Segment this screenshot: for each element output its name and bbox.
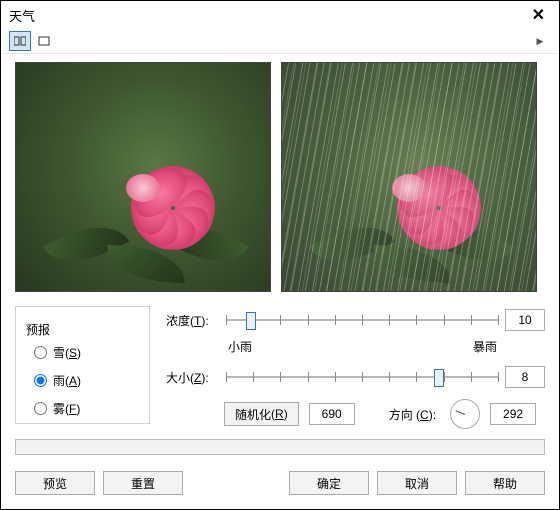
preview-button[interactable]: 预览	[15, 471, 95, 495]
density-row: 浓度(T):	[166, 308, 545, 332]
randomize-button[interactable]: 随机化(R)	[224, 402, 299, 426]
help-button[interactable]: 帮助	[465, 471, 545, 495]
cancel-button[interactable]: 取消	[377, 471, 457, 495]
window-title: 天气	[9, 6, 35, 25]
radio-rain[interactable]: 雨(A)	[26, 366, 139, 394]
forecast-legend: 预报	[26, 323, 50, 337]
forecast-group: 预报 雪(S) 雨(A) 雾(F)	[15, 306, 150, 424]
radio-snow[interactable]: 雪(S)	[26, 338, 139, 366]
size-input[interactable]	[505, 366, 545, 388]
radio-rain-input[interactable]	[34, 374, 47, 387]
play-preview-button[interactable]: ▶	[529, 31, 551, 51]
size-slider[interactable]	[226, 365, 499, 389]
sliders-panel: 浓度(T): 小雨 暴雨 大小(Z):	[166, 306, 545, 429]
density-thumb[interactable]	[246, 312, 256, 330]
seed-input[interactable]	[309, 403, 355, 425]
titlebar: 天气 ✕	[1, 1, 559, 29]
density-label: 浓度(T):	[166, 312, 220, 329]
radio-fog[interactable]: 雾(F)	[26, 394, 139, 422]
density-scale-min: 小雨	[228, 338, 252, 355]
size-label: 大小(Z):	[166, 369, 220, 386]
close-button[interactable]: ✕	[526, 5, 551, 25]
radio-snow-label: 雪(S)	[53, 344, 81, 361]
radio-fog-input[interactable]	[34, 402, 47, 415]
controls-row: 预报 雪(S) 雨(A) 雾(F) 浓度(T):	[15, 306, 545, 429]
single-view-icon	[38, 35, 50, 47]
effect-preview[interactable]	[281, 62, 537, 292]
direction-label: 方向 (C):	[389, 406, 436, 423]
radio-snow-input[interactable]	[34, 346, 47, 359]
radio-rain-label: 雨(A)	[53, 372, 81, 389]
size-thumb[interactable]	[434, 369, 444, 387]
preview-row	[15, 62, 545, 292]
size-row: 大小(Z):	[166, 365, 545, 389]
view-single-button[interactable]	[33, 31, 55, 51]
footer: 预览 重置 确定 取消 帮助	[1, 461, 559, 509]
direction-input[interactable]	[490, 403, 536, 425]
toolbar: ▶	[1, 29, 559, 53]
density-slider[interactable]	[226, 308, 499, 332]
ok-button[interactable]: 确定	[289, 471, 369, 495]
weather-dialog: 天气 ✕ ▶	[0, 0, 560, 510]
content-area: 预报 雪(S) 雨(A) 雾(F) 浓度(T):	[1, 54, 559, 461]
original-preview[interactable]	[15, 62, 271, 292]
side-by-side-icon	[14, 35, 26, 47]
play-icon: ▶	[537, 36, 544, 47]
density-input[interactable]	[505, 309, 545, 331]
randomize-row: 随机化(R) 方向 (C):	[166, 399, 545, 429]
density-scale-max: 暴雨	[473, 338, 497, 355]
radio-fog-label: 雾(F)	[53, 400, 80, 417]
progress-bar	[15, 439, 545, 455]
view-side-by-side-button[interactable]	[9, 31, 31, 51]
reset-button[interactable]: 重置	[103, 471, 183, 495]
direction-dial[interactable]	[450, 399, 480, 429]
